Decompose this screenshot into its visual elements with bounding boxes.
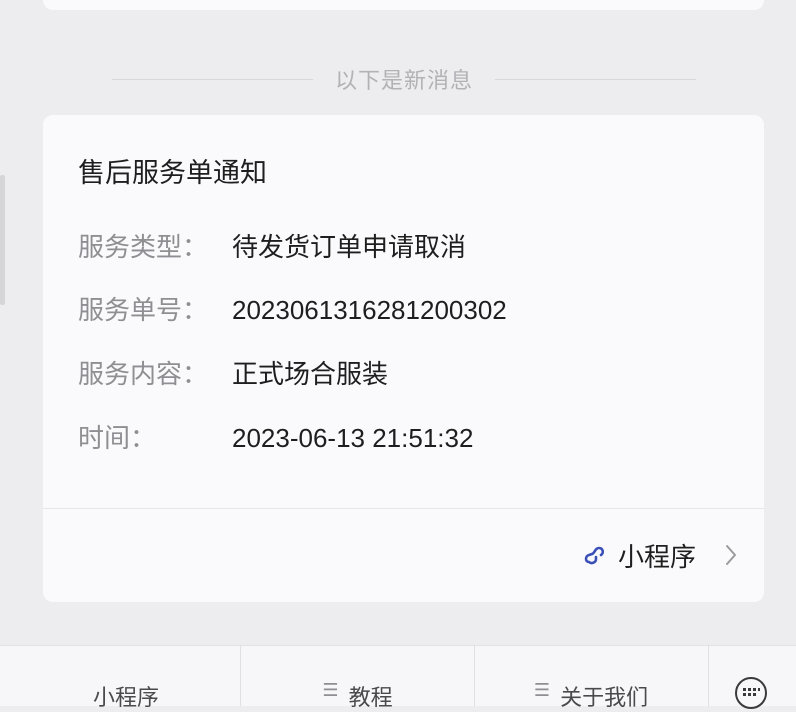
divider-line-right	[495, 78, 697, 80]
field-value: 2023061316281200302	[232, 295, 507, 325]
field-label: 服务单号：	[78, 295, 209, 325]
service-notification-card[interactable]: 售后服务单通知 服务类型： 待发货订单申请取消 服务单号： 2023061316…	[43, 115, 764, 602]
field-label: 服务内容：	[78, 359, 209, 389]
tab-mini-program[interactable]: 小程序	[12, 646, 240, 710]
tab-tutorial[interactable]: ☰ 教程	[241, 646, 474, 710]
card-separator	[43, 508, 764, 509]
field-label: 时间：	[78, 423, 157, 453]
mini-program-link[interactable]: 小程序	[582, 535, 738, 575]
tab-about-us[interactable]: ☰ 关于我们	[475, 646, 707, 710]
previous-message-card	[43, 0, 764, 10]
field-value: 正式场合服装	[232, 359, 389, 389]
mini-program-icon	[584, 546, 605, 565]
field-value: 2023-06-13 21:51:32	[232, 423, 474, 453]
tab-label: 小程序	[92, 685, 159, 710]
new-messages-divider: 以下是新消息	[112, 62, 697, 96]
notification-title: 售后服务单通知	[78, 158, 267, 188]
new-messages-label: 以下是新消息	[335, 68, 474, 93]
tab-divider	[708, 646, 709, 706]
field-value: 待发货订单申请取消	[232, 232, 467, 262]
chevron-right-icon	[726, 545, 736, 565]
keyboard-icon[interactable]	[734, 676, 768, 710]
mini-program-label: 小程序	[617, 541, 696, 572]
divider-line-left	[112, 78, 313, 80]
tab-label: 教程	[348, 685, 393, 710]
scrollbar[interactable]	[0, 175, 5, 305]
bottom-menu-bar: 小程序 ☰ 教程 ☰ 关于我们	[0, 645, 796, 710]
tab-label: 关于我们	[560, 685, 649, 710]
field-label: 服务类型：	[78, 232, 209, 262]
